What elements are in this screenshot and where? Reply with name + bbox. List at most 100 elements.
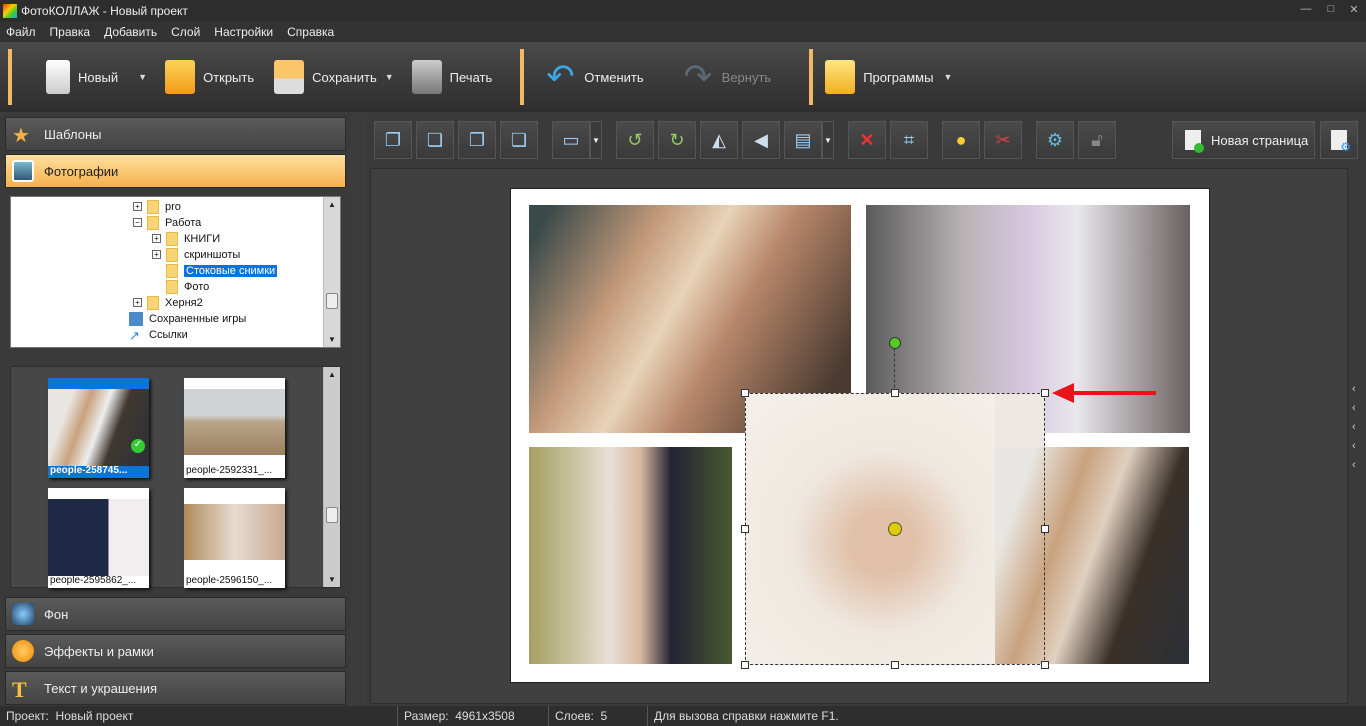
new-button[interactable]: Новый bbox=[46, 60, 118, 94]
layers-value: 5 bbox=[600, 709, 608, 723]
resize-handle[interactable] bbox=[1041, 389, 1049, 397]
scroll-thumb[interactable] bbox=[326, 507, 338, 523]
resize-handle[interactable] bbox=[1041, 661, 1049, 669]
resize-handle[interactable] bbox=[741, 389, 749, 397]
menu-help[interactable]: Справка bbox=[287, 25, 334, 39]
minimize-button[interactable]: — bbox=[1298, 3, 1314, 17]
flip-vertical-button[interactable]: ◀ bbox=[742, 121, 780, 159]
scroll-up-arrow[interactable]: ▲ bbox=[328, 370, 336, 379]
tree-item[interactable]: + скриншоты bbox=[152, 247, 240, 262]
collapse-chevron-icon[interactable]: ‹ bbox=[1352, 402, 1356, 414]
save-button[interactable]: Сохранить bbox=[274, 60, 377, 94]
crop-button[interactable]: ⌗ bbox=[890, 121, 928, 159]
folder-icon bbox=[166, 263, 178, 278]
thumbnail[interactable]: ✓ people-258745... bbox=[48, 378, 149, 478]
close-button[interactable]: ✕ bbox=[1346, 3, 1362, 17]
cut-button[interactable]: ✂ bbox=[984, 121, 1022, 159]
tree-item-selected[interactable]: Стоковые снимки bbox=[166, 263, 278, 278]
resize-handle[interactable] bbox=[891, 389, 899, 397]
expand-toggle[interactable]: + bbox=[152, 234, 161, 243]
thumbnail-caption: people-2592331_... bbox=[186, 465, 273, 476]
align-button[interactable]: ▭ bbox=[552, 121, 590, 159]
thumbnails-scrollbar[interactable]: ▲ ▼ bbox=[323, 367, 340, 587]
undo-button[interactable]: ↶ Отменить bbox=[546, 60, 643, 94]
fit-button[interactable]: ▤ bbox=[784, 121, 822, 159]
collage-photo[interactable] bbox=[529, 447, 732, 664]
bring-forward-button[interactable]: ❐ bbox=[458, 121, 496, 159]
settings-button[interactable]: ⚙ bbox=[1036, 121, 1074, 159]
panel-effects[interactable]: Эффекты и рамки bbox=[5, 634, 346, 668]
panel-background[interactable]: Фон bbox=[5, 597, 346, 631]
resize-handle[interactable] bbox=[891, 661, 899, 669]
collapse-chevron-icon[interactable]: ‹ bbox=[1352, 421, 1356, 433]
resize-handle[interactable] bbox=[741, 525, 749, 533]
collapse-chevron-icon[interactable]: ‹ bbox=[1352, 383, 1356, 395]
send-to-back-button[interactable]: ❏ bbox=[416, 121, 454, 159]
menu-add[interactable]: Добавить bbox=[104, 25, 157, 39]
rotate-right-button[interactable]: ↻ bbox=[658, 121, 696, 159]
thumbnail[interactable]: people-2595862_... bbox=[48, 488, 149, 588]
tree-label: Стоковые снимки bbox=[184, 264, 278, 277]
expand-toggle[interactable]: + bbox=[133, 298, 142, 307]
tree-item[interactable]: Сохраненные игры bbox=[129, 311, 246, 326]
tree-item[interactable]: ↗ Ссылки bbox=[129, 327, 188, 343]
save-dropdown-arrow[interactable]: ▼ bbox=[385, 72, 394, 82]
resize-handle[interactable] bbox=[1041, 525, 1049, 533]
open-button[interactable]: Открыть bbox=[165, 60, 254, 94]
menu-edit[interactable]: Правка bbox=[50, 25, 91, 39]
panel-photos-label: Фотографии bbox=[44, 163, 119, 179]
collapse-chevron-icon[interactable]: ‹ bbox=[1352, 440, 1356, 452]
tree-item[interactable]: + Херня2 bbox=[133, 295, 203, 310]
new-dropdown-arrow[interactable]: ▼ bbox=[138, 72, 147, 82]
flip-vertical-icon: ◀ bbox=[754, 129, 768, 150]
tree-item[interactable]: − Работа bbox=[133, 215, 201, 230]
page-settings-icon: ⚙ bbox=[1331, 130, 1351, 154]
panel-photos[interactable]: Фотографии bbox=[5, 154, 346, 188]
resize-handle[interactable] bbox=[741, 661, 749, 669]
thumbnail-caption: people-2596150_... bbox=[186, 575, 273, 586]
send-backward-button[interactable]: ❏ bbox=[500, 121, 538, 159]
panel-background-label: Фон bbox=[44, 606, 69, 622]
flip-horizontal-button[interactable]: ◭ bbox=[700, 121, 738, 159]
thumbnail[interactable]: people-2596150_... bbox=[184, 488, 285, 588]
toolbar-separator bbox=[520, 49, 525, 105]
mask-button[interactable]: ● bbox=[942, 121, 980, 159]
menu-file[interactable]: Файл bbox=[6, 25, 36, 39]
expand-toggle[interactable]: + bbox=[152, 250, 161, 259]
scroll-down-arrow[interactable]: ▼ bbox=[328, 575, 336, 584]
panel-effects-label: Эффекты и рамки bbox=[44, 643, 154, 659]
bring-to-front-button[interactable]: ❐ bbox=[374, 121, 412, 159]
page-settings-button[interactable]: ⚙ bbox=[1320, 121, 1358, 159]
expand-toggle[interactable]: + bbox=[133, 202, 142, 211]
programs-dropdown-arrow[interactable]: ▼ bbox=[943, 72, 952, 82]
scroll-down-arrow[interactable]: ▼ bbox=[328, 335, 336, 344]
thumbnail[interactable]: people-2592331_... bbox=[184, 378, 285, 478]
menu-settings[interactable]: Настройки bbox=[214, 25, 273, 39]
collapse-chevron-icon[interactable]: ‹ bbox=[1352, 459, 1356, 471]
panel-text[interactable]: T Текст и украшения bbox=[5, 671, 346, 705]
new-label: Новый bbox=[78, 69, 119, 85]
align-dropdown[interactable]: ▼ bbox=[590, 121, 602, 159]
center-handle[interactable] bbox=[888, 522, 902, 536]
menu-layer[interactable]: Слой bbox=[171, 25, 200, 39]
tree-item[interactable]: + pro bbox=[133, 199, 181, 214]
programs-button[interactable]: Программы bbox=[825, 60, 933, 94]
fit-dropdown[interactable]: ▼ bbox=[822, 121, 834, 159]
tree-scrollbar[interactable]: ▲ ▼ bbox=[323, 197, 340, 347]
scroll-thumb[interactable] bbox=[326, 293, 338, 309]
rotation-handle[interactable] bbox=[889, 337, 901, 349]
rotate-left-button[interactable]: ↺ bbox=[616, 121, 654, 159]
panel-text-label: Текст и украшения bbox=[44, 680, 158, 696]
send-to-back-icon: ❏ bbox=[426, 129, 444, 150]
redo-button[interactable]: ↷ Вернуть bbox=[684, 60, 772, 94]
print-button[interactable]: Печать bbox=[411, 60, 492, 94]
delete-button[interactable]: ✕ bbox=[848, 121, 886, 159]
collapse-toggle[interactable]: − bbox=[133, 218, 142, 227]
maximize-button[interactable]: □ bbox=[1323, 3, 1339, 17]
tree-item[interactable]: + КНИГИ bbox=[152, 231, 220, 246]
lock-button[interactable]: 🔓︎ bbox=[1078, 121, 1116, 159]
panel-templates[interactable]: ★ Шаблоны bbox=[5, 117, 346, 151]
new-page-button[interactable]: Новая страница bbox=[1172, 121, 1315, 159]
tree-item[interactable]: Фото bbox=[166, 279, 209, 294]
scroll-up-arrow[interactable]: ▲ bbox=[328, 200, 336, 209]
